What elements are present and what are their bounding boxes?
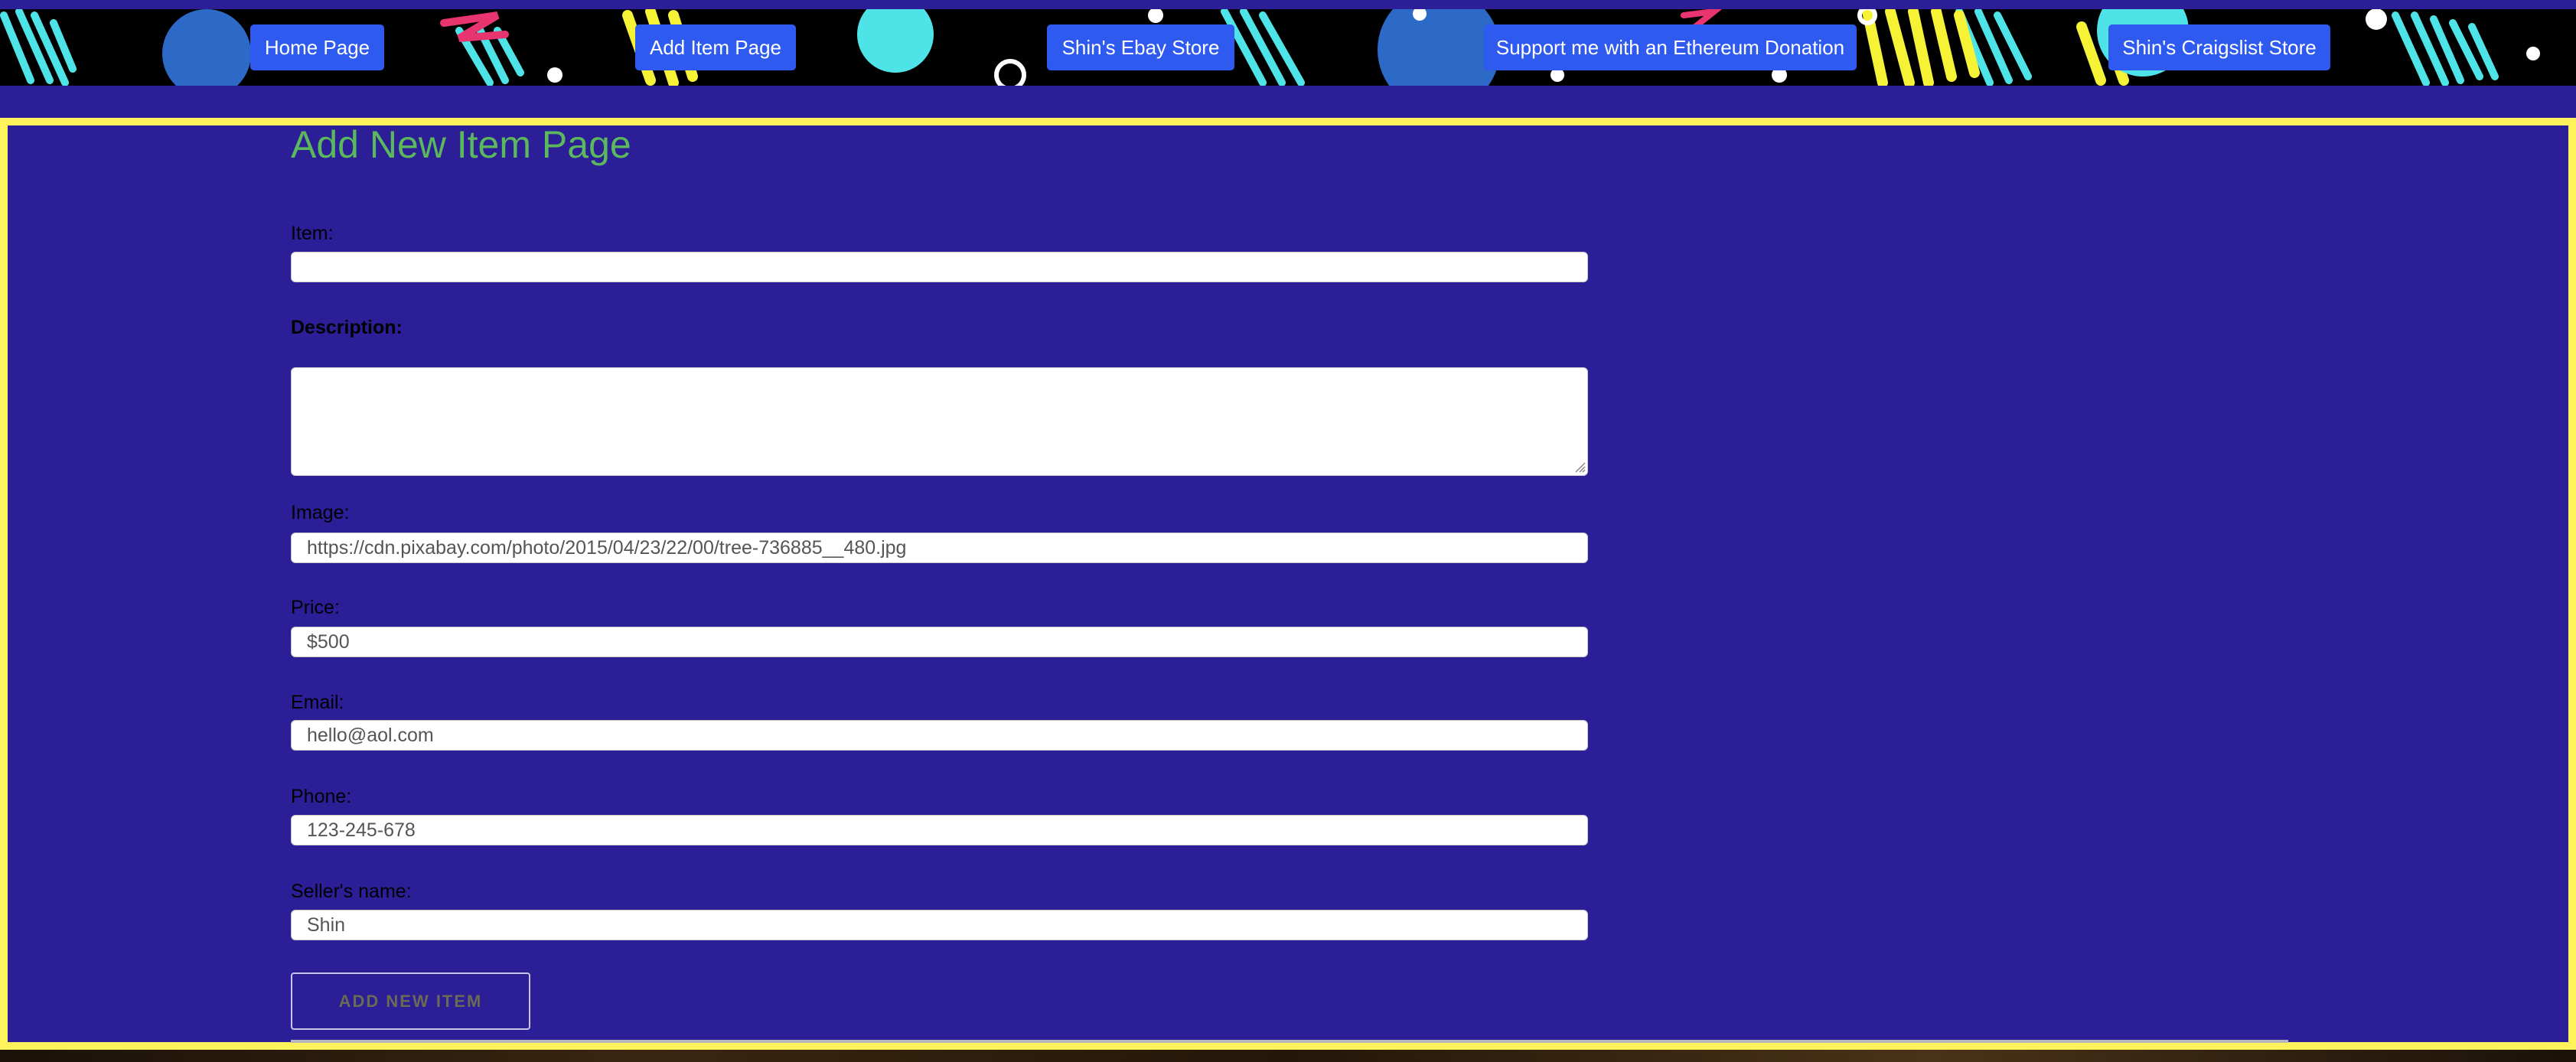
image-label: Image: <box>291 502 350 523</box>
header-banner: Home Page Add Item Page Shin's Ebay Stor… <box>0 0 2576 86</box>
nav-ebay-store-button[interactable]: Shin's Ebay Store <box>1047 24 1234 70</box>
phone-label: Phone: <box>291 786 352 807</box>
nav-craigslist-store-button[interactable]: Shin's Craigslist Store <box>2108 24 2330 70</box>
nav-add-item-button[interactable]: Add Item Page <box>635 24 796 70</box>
resize-grip-icon[interactable] <box>1573 461 1586 473</box>
description-textarea[interactable] <box>291 367 1588 476</box>
page-root: Home Page Add Item Page Shin's Ebay Stor… <box>0 0 2576 1062</box>
item-label: Item: <box>291 223 334 244</box>
form-divider <box>291 1040 2288 1043</box>
nav-home-button[interactable]: Home Page <box>250 24 384 70</box>
phone-input[interactable] <box>291 815 1588 845</box>
item-input[interactable] <box>291 252 1588 282</box>
nav-ethereum-donation-button[interactable]: Support me with an Ethereum Donation <box>1484 24 1857 70</box>
seller-name-label: Seller's name: <box>291 881 412 902</box>
image-url-input[interactable] <box>291 533 1588 563</box>
add-new-item-button[interactable]: ADD NEW ITEM <box>291 972 530 1030</box>
bottom-background-strip <box>0 1050 2576 1062</box>
email-input[interactable] <box>291 720 1588 751</box>
price-input[interactable] <box>291 627 1588 657</box>
header-bottom-band <box>0 86 2576 118</box>
price-label: Price: <box>291 597 340 618</box>
header-top-line <box>0 0 2576 9</box>
seller-name-input[interactable] <box>291 910 1588 940</box>
page-title: Add New Item Page <box>291 123 631 166</box>
description-label: Description: <box>291 317 403 338</box>
email-label: Email: <box>291 692 344 713</box>
